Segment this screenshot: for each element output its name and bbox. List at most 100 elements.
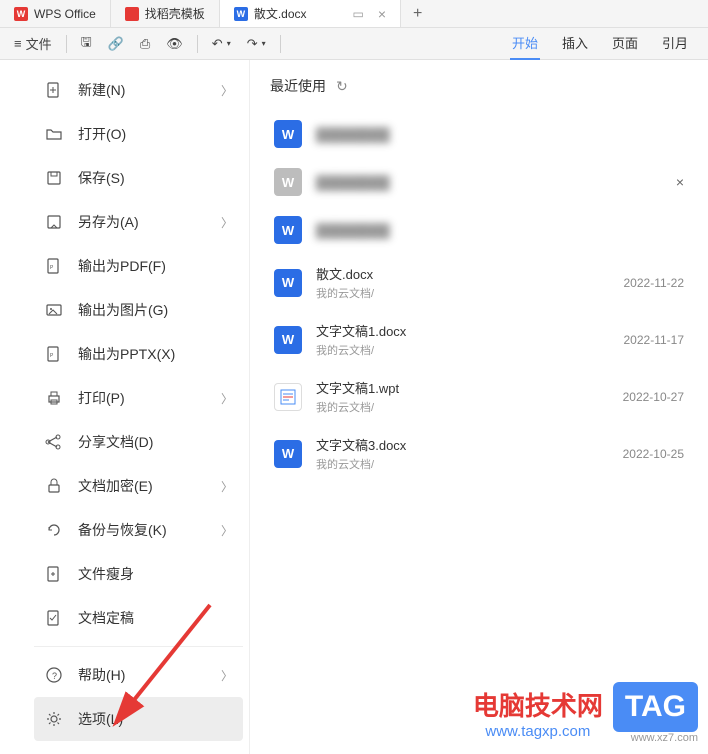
- menu-label: 分享文档(D): [78, 432, 153, 452]
- pdf-icon: P: [44, 256, 64, 276]
- menu-toggle-button[interactable]: ≡ 文件: [8, 30, 58, 57]
- ribbon-tabs: 开始 插入 页面 引月: [510, 27, 700, 60]
- menu-label: 打印(P): [78, 388, 125, 408]
- redo-icon: ↷: [247, 36, 258, 52]
- menu-label: 输出为PPTX(X): [78, 344, 175, 364]
- app-tab-document[interactable]: W 散文.docx ▭ ×: [220, 0, 401, 27]
- chevron-right-icon: 〉: [221, 478, 233, 495]
- word-file-icon: W: [274, 269, 302, 297]
- file-path: 我的云文档/: [316, 285, 624, 301]
- chevron-right-icon: 〉: [221, 390, 233, 407]
- print-icon: ⎙: [140, 36, 150, 52]
- file-item[interactable]: W 散文.docx 我的云文档/ 2022-11-22: [270, 256, 688, 309]
- file-item[interactable]: 文字文稿1.wpt 我的云文档/ 2022-10-27: [270, 370, 688, 423]
- menu-new[interactable]: 新建(N) 〉: [34, 68, 243, 112]
- menu-encrypt[interactable]: 文档加密(E) 〉: [34, 464, 243, 508]
- tab-label: 散文.docx: [254, 5, 307, 22]
- help-icon: ?: [44, 665, 64, 685]
- gear-icon: [44, 709, 64, 729]
- hamburger-icon: ≡: [14, 36, 22, 51]
- tab-page[interactable]: 页面: [610, 27, 640, 60]
- file-item[interactable]: W ████████: [270, 208, 688, 252]
- tab-quote[interactable]: 引月: [660, 27, 690, 60]
- refresh-icon[interactable]: ↻: [336, 78, 348, 95]
- menu-label: 备份与恢复(K): [78, 520, 167, 540]
- word-file-icon: W: [274, 440, 302, 468]
- print-button[interactable]: ⎙: [134, 32, 156, 56]
- file-info: 文字文稿3.docx 我的云文档/: [316, 435, 623, 472]
- menu-label: 文档加密(E): [78, 476, 153, 496]
- file-name: 文字文稿1.docx: [316, 321, 624, 340]
- close-icon[interactable]: ×: [378, 6, 386, 22]
- menu-help[interactable]: ? 帮助(H) 〉: [34, 653, 243, 697]
- menu-save[interactable]: 保存(S): [34, 156, 243, 200]
- menu-export-img[interactable]: 输出为图片(G): [34, 288, 243, 332]
- chevron-right-icon: 〉: [221, 667, 233, 684]
- menu-label: 文档定稿: [78, 608, 134, 628]
- new-tab-button[interactable]: +: [401, 5, 434, 23]
- save-icon: 🖫: [81, 33, 92, 55]
- divider: [34, 646, 243, 647]
- menu-slim[interactable]: 文件瘦身: [34, 552, 243, 596]
- wps-logo-icon: W: [14, 7, 28, 21]
- menu-print[interactable]: 打印(P) 〉: [34, 376, 243, 420]
- chevron-right-icon: 〉: [221, 82, 233, 99]
- compress-icon: [44, 564, 64, 584]
- file-name: 散文.docx: [316, 264, 624, 283]
- save-button[interactable]: 🖫: [75, 29, 98, 59]
- tab-insert[interactable]: 插入: [560, 27, 590, 60]
- file-item[interactable]: W 文字文稿3.docx 我的云文档/ 2022-10-25: [270, 427, 688, 480]
- menu-label: 新建(N): [78, 80, 125, 100]
- separator: [66, 35, 67, 53]
- file-info: ████████: [316, 175, 656, 190]
- separator: [197, 35, 198, 53]
- menu-label: 输出为PDF(F): [78, 256, 166, 276]
- file-date: 2022-11-17: [624, 333, 685, 347]
- menu-export-pdf[interactable]: P 输出为PDF(F): [34, 244, 243, 288]
- watermark: 电脑技术网 www.tagxp.com TAG www.xz7.com: [473, 682, 698, 744]
- file-info: 散文.docx 我的云文档/: [316, 264, 624, 301]
- print-icon: [44, 388, 64, 408]
- file-path: 我的云文档/: [316, 342, 624, 358]
- chevron-right-icon: 〉: [221, 214, 233, 231]
- file-item[interactable]: W ████████: [270, 112, 688, 156]
- file-name: 文字文稿3.docx: [316, 435, 623, 454]
- menu-backup[interactable]: 备份与恢复(K) 〉: [34, 508, 243, 552]
- file-path: 我的云文档/: [316, 399, 623, 415]
- menu-save-as[interactable]: 另存为(A) 〉: [34, 200, 243, 244]
- separator: [280, 35, 281, 53]
- svg-text:P: P: [50, 353, 54, 359]
- menu-export-pptx[interactable]: P 输出为PPTX(X): [34, 332, 243, 376]
- preview-button[interactable]: 👁: [160, 32, 189, 56]
- file-label: 文件: [26, 34, 52, 53]
- close-icon[interactable]: ×: [676, 174, 684, 190]
- word-file-icon: W: [274, 326, 302, 354]
- chevron-down-icon: ▾: [262, 39, 266, 48]
- redo-button[interactable]: ↷▾: [241, 32, 272, 56]
- file-item[interactable]: W ████████ ×: [270, 160, 688, 204]
- watermark-url: www.tagxp.com: [473, 723, 603, 740]
- menu-options[interactable]: 选项(L): [34, 697, 243, 741]
- finalize-icon: [44, 608, 64, 628]
- backup-icon: [44, 520, 64, 540]
- app-tab-template[interactable]: 找稻壳模板: [111, 0, 220, 27]
- undo-button[interactable]: ↶▾: [206, 32, 237, 56]
- wpt-file-icon: [274, 383, 302, 411]
- link-button[interactable]: 🔗: [102, 32, 130, 56]
- menu-share[interactable]: 分享文档(D): [34, 420, 243, 464]
- file-item[interactable]: W 文字文稿1.docx 我的云文档/ 2022-11-17: [270, 313, 688, 366]
- file-list: W ████████ W ████████ × W ████████ W 散文.…: [270, 112, 688, 480]
- undo-icon: ↶: [212, 36, 223, 52]
- app-tab-home[interactable]: W WPS Office: [0, 0, 111, 27]
- menu-label: 另存为(A): [78, 212, 139, 232]
- menu-finalize[interactable]: 文档定稿: [34, 596, 243, 640]
- tab-restore-icon[interactable]: ▭: [353, 7, 364, 21]
- file-date: 2022-10-27: [623, 390, 684, 404]
- tab-start[interactable]: 开始: [510, 27, 540, 60]
- file-path: 我的云文档/: [316, 456, 623, 472]
- titlebar: W WPS Office 找稻壳模板 W 散文.docx ▭ × +: [0, 0, 708, 28]
- tab-label: 找稻壳模板: [145, 5, 205, 22]
- new-file-icon: [44, 80, 64, 100]
- word-doc-icon: W: [234, 7, 248, 21]
- menu-open[interactable]: 打开(O): [34, 112, 243, 156]
